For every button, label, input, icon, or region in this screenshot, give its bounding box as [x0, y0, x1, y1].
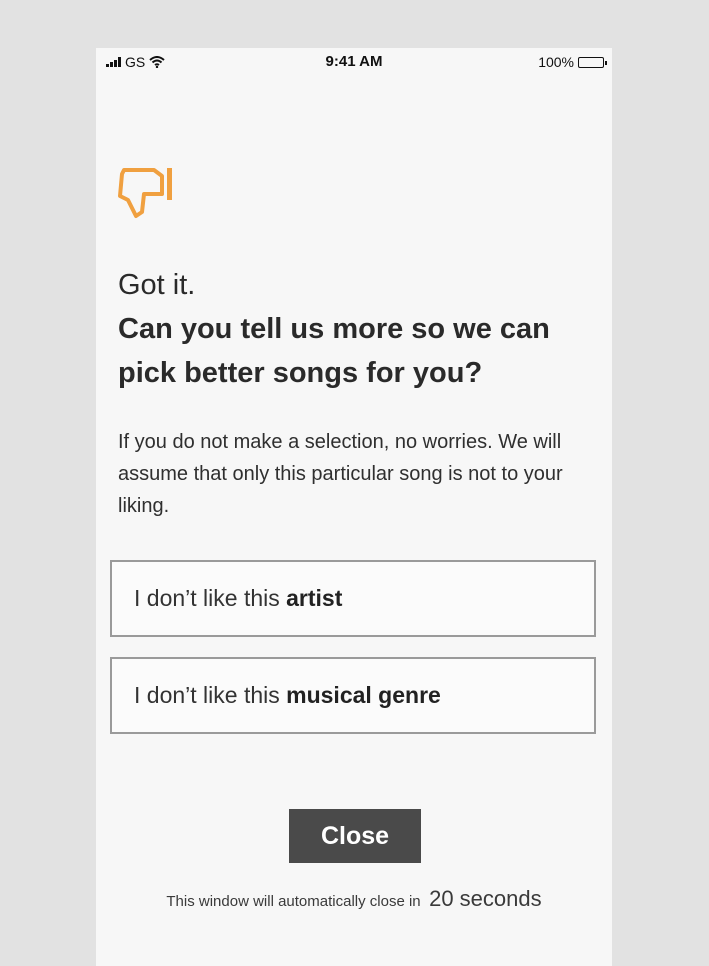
option-emphasis: artist	[286, 585, 343, 611]
headline-question: Can you tell us more so we can pick bett…	[118, 313, 550, 389]
option-prefix: I don’t like this	[134, 682, 280, 708]
countdown-value: 20 seconds	[429, 886, 542, 911]
battery-icon	[578, 56, 607, 68]
headline: Got it. Can you tell us more so we can p…	[118, 263, 598, 395]
thumbs-down-icon	[118, 168, 172, 218]
option-prefix: I don’t like this	[134, 585, 280, 611]
headline-acknowledgement: Got it.	[118, 269, 196, 301]
dislike-genre-option[interactable]: I don’t like this musical genre	[110, 657, 596, 734]
status-time: 9:41 AM	[325, 53, 383, 70]
description-text: If you do not make a selection, no worri…	[118, 431, 563, 517]
auto-close-countdown: This window will automatically close in …	[96, 886, 612, 912]
option-emphasis: musical genre	[286, 682, 441, 708]
dislike-artist-option[interactable]: I don’t like this artist	[110, 560, 596, 637]
dislike-feedback-screen: GS 9:41 AM 100% Got it. Can you tell us …	[96, 48, 612, 966]
battery-percentage: 100%	[538, 54, 574, 70]
status-bar-right: 100%	[538, 54, 607, 70]
countdown-text: This window will automatically close in	[166, 893, 421, 910]
close-button[interactable]: Close	[289, 809, 421, 863]
status-bar: GS 9:41 AM 100%	[96, 48, 612, 76]
